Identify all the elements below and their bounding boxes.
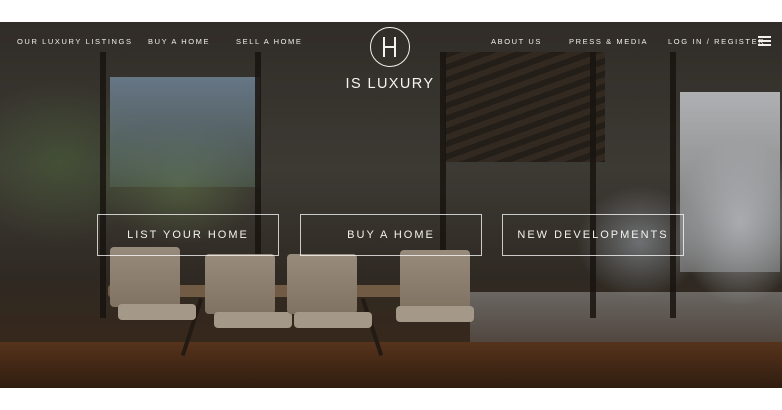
hamburger-menu-icon[interactable] (758, 36, 771, 46)
nav-our-luxury-listings[interactable]: OUR LUXURY LISTINGS (17, 37, 133, 46)
nav-press-media[interactable]: PRESS & MEDIA (569, 37, 648, 46)
logo-icon[interactable] (370, 27, 410, 67)
logo-text[interactable]: IS LUXURY (320, 76, 460, 92)
nav-sell-a-home[interactable]: SELL A HOME (236, 37, 303, 46)
nav-login-register[interactable]: LOG IN / REGISTER (668, 37, 765, 46)
list-your-home-button[interactable]: LIST YOUR HOME (97, 214, 279, 256)
nav-about-us[interactable]: ABOUT US (491, 37, 542, 46)
nav-buy-a-home[interactable]: BUY A HOME (148, 37, 210, 46)
buy-a-home-button[interactable]: BUY A HOME (300, 214, 482, 256)
new-developments-button[interactable]: NEW DEVELOPMENTS (502, 214, 684, 256)
